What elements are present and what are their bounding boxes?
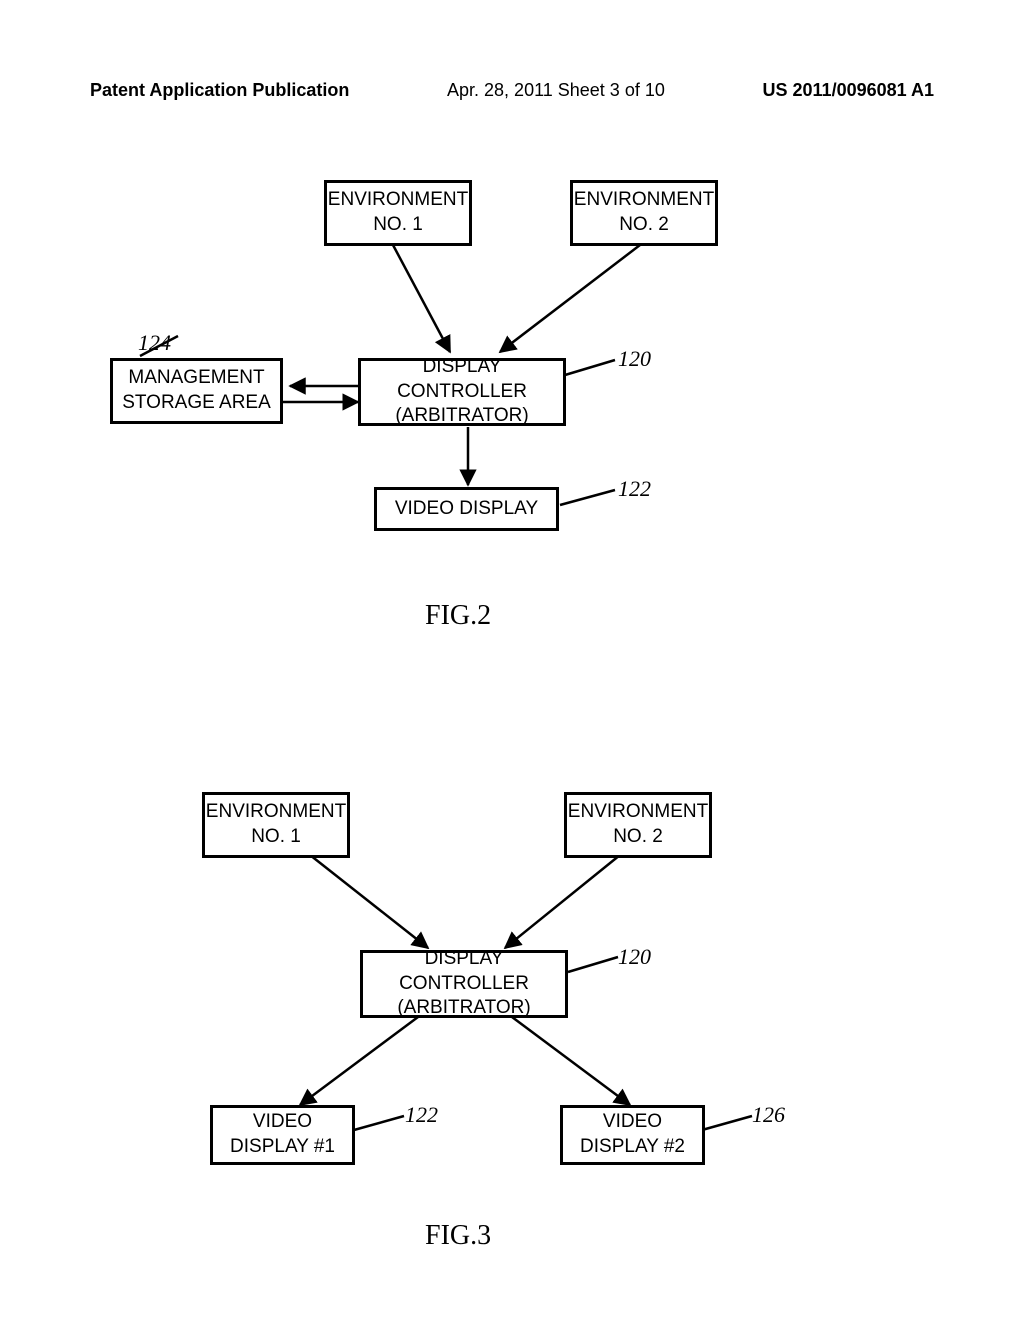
fig3-env1-box: ENVIRONMENT NO. 1 (202, 792, 350, 858)
connectors-svg (0, 0, 1024, 1320)
fig3-video2-box: VIDEO DISPLAY #2 (560, 1105, 705, 1165)
header-right: US 2011/0096081 A1 (763, 80, 934, 101)
fig2-env2-box: ENVIRONMENT NO. 2 (570, 180, 718, 246)
header-left: Patent Application Publication (90, 80, 349, 101)
fig2-ctrl-box: DISPLAY CONTROLLER (ARBITRATOR) (358, 358, 566, 426)
header-center: Apr. 28, 2011 Sheet 3 of 10 (447, 80, 665, 101)
fig2-ref-124: 124 (138, 330, 171, 356)
fig3-ref-120: 120 (618, 944, 651, 970)
fig2-env1-box: ENVIRONMENT NO. 1 (324, 180, 472, 246)
fig2-mgmt-box: MANAGEMENT STORAGE AREA (110, 358, 283, 424)
fig3-caption: FIG.3 (425, 1220, 491, 1252)
fig2-ref-122: 122 (618, 476, 651, 502)
fig3-video1-box: VIDEO DISPLAY #1 (210, 1105, 355, 1165)
fig2-ref-120: 120 (618, 346, 651, 372)
page-header: Patent Application Publication Apr. 28, … (0, 80, 1024, 101)
fig3-ref-122: 122 (405, 1102, 438, 1128)
fig3-ref-126: 126 (752, 1102, 785, 1128)
fig3-ctrl-box: DISPLAY CONTROLLER (ARBITRATOR) (360, 950, 568, 1018)
fig2-video-box: VIDEO DISPLAY (374, 487, 559, 531)
fig2-caption: FIG.2 (425, 600, 491, 632)
fig3-env2-box: ENVIRONMENT NO. 2 (564, 792, 712, 858)
